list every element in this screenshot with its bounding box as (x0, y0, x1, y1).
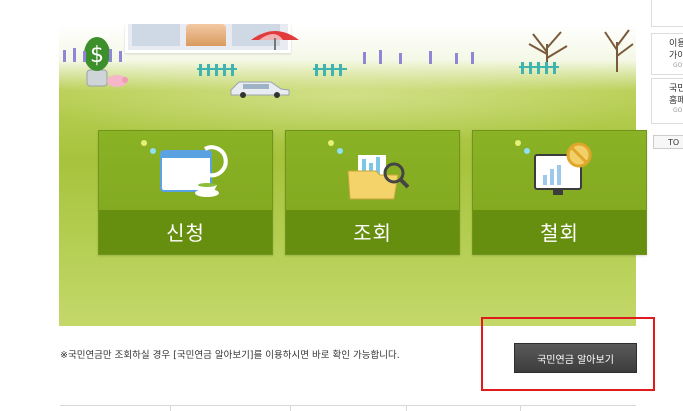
apply-card[interactable]: 신청 (98, 130, 273, 255)
monitor-no-sign-icon (534, 142, 592, 195)
person-at-window (186, 24, 226, 46)
bare-tree-icon (604, 29, 634, 72)
apply-label: 신청 (166, 221, 205, 245)
browser-window-tea-icon (160, 145, 228, 197)
sidebar-item-title: 이용 (669, 39, 683, 49)
sidebar-item-pension-home[interactable]: 국민 홈페 GO (651, 78, 683, 124)
sidebar-item-title: 국민 (669, 84, 683, 94)
lavender-flowers-icon (63, 48, 122, 62)
fence-icon (313, 64, 347, 76)
withdraw-label: 철회 (540, 221, 579, 245)
folder-magnifier-icon (347, 155, 410, 200)
sidebar-item-guide[interactable]: 이용 가이 GO (651, 33, 683, 75)
pension-notice: ※국민연금만 조회하실 경우 [국민연금 알아보기]를 이용하시면 바로 확인 … (60, 350, 400, 361)
fence-icon (519, 62, 559, 74)
sidebar-item-title: 홈페 (669, 96, 683, 106)
sidebar-item-go: GO (673, 62, 683, 69)
piggy-bank-icon (107, 75, 128, 87)
car-icon (230, 81, 290, 98)
sidebar-item-go: GO (673, 107, 683, 114)
sidebar-item-title: 가이 (669, 51, 683, 61)
withdraw-card[interactable]: 철회 (472, 130, 647, 255)
inquiry-label: 조회 (353, 221, 392, 245)
pension-lookup-button[interactable]: 국민연금 알아보기 (514, 343, 637, 373)
bottom-divider (60, 405, 636, 411)
inquiry-card[interactable]: 조회 (285, 130, 460, 255)
back-to-top-button[interactable]: TO (653, 135, 683, 149)
fence-icon (197, 64, 237, 76)
sidebar-top-frame (651, 0, 683, 27)
lavender-flowers-icon (363, 50, 474, 64)
parasol-icon (251, 31, 299, 50)
